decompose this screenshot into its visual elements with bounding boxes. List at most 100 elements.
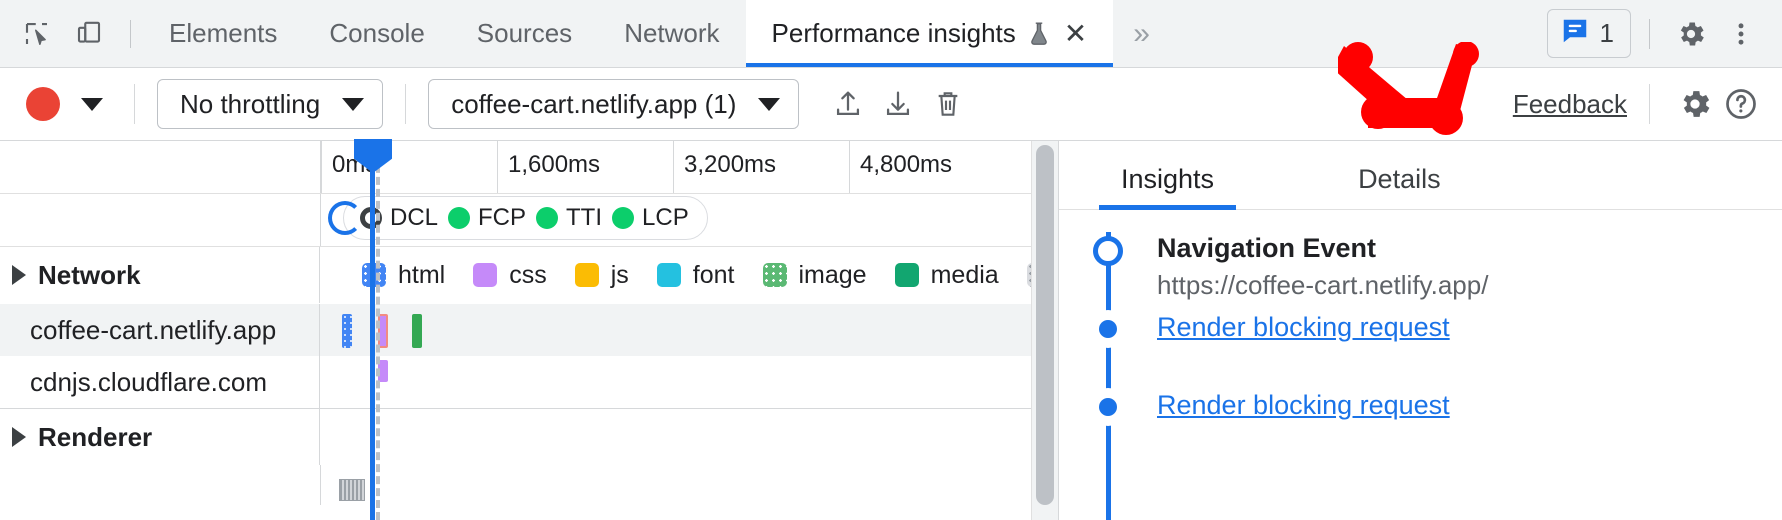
- performance-toolbar: No throttling coffee-cart.netlify.app (1…: [0, 68, 1782, 141]
- timeline-ruler-row: 0ms 1,600ms 3,200ms 4,800ms: [0, 141, 1058, 194]
- ruler-tick: 1,600ms: [497, 141, 673, 193]
- chevron-down-icon: [342, 98, 364, 111]
- message-bubble-icon: [1560, 16, 1590, 51]
- render-blocking-request-link[interactable]: Render blocking request: [1157, 312, 1450, 342]
- inspect-cursor-icon[interactable]: [14, 11, 60, 57]
- tab-network[interactable]: Network: [598, 0, 745, 67]
- frames-row: [0, 465, 1058, 505]
- timeline-playhead[interactable]: [370, 141, 375, 520]
- frames-gutter: [0, 465, 321, 505]
- image-swatch-icon: [763, 263, 787, 287]
- tab-sources[interactable]: Sources: [451, 0, 598, 67]
- tab-bar-right-tools: 1: [1547, 0, 1782, 67]
- chevron-right-icon: [12, 427, 26, 447]
- recording-select[interactable]: coffee-cart.netlify.app (1): [428, 79, 799, 129]
- page-title: Navigation Event: [1157, 232, 1488, 264]
- gear-icon[interactable]: [1668, 11, 1714, 57]
- download-icon[interactable]: [875, 81, 921, 127]
- renderer-track-row: Renderer: [0, 408, 1058, 465]
- details-tabs: Insights Details: [1059, 141, 1782, 210]
- table-row[interactable]: cdnjs.cloudflare.com: [0, 356, 1058, 408]
- tab-console-label: Console: [329, 18, 424, 49]
- marker-tti[interactable]: TTI: [536, 204, 602, 232]
- upload-icon[interactable]: [825, 81, 871, 127]
- marker-lcp-label: LCP: [642, 204, 689, 232]
- trash-icon[interactable]: [925, 81, 971, 127]
- render-blocking-request-link[interactable]: Render blocking request: [1157, 390, 1450, 420]
- time-ruler[interactable]: 0ms 1,600ms 3,200ms 4,800ms: [321, 141, 1058, 193]
- tab-details[interactable]: Details: [1336, 164, 1463, 209]
- marker-fcp[interactable]: FCP: [448, 204, 526, 232]
- table-row[interactable]: coffee-cart.netlify.app: [0, 304, 1058, 356]
- close-icon[interactable]: ✕: [1064, 20, 1087, 48]
- network-legend: html css js font: [320, 261, 1058, 290]
- network-track-label: Network: [38, 260, 141, 291]
- ruler-gutter: [0, 141, 321, 193]
- tab-bar-left-tools: [0, 0, 143, 67]
- network-track-row: Network html css js: [0, 246, 1058, 304]
- markers-area: DCL FCP TTI LCP: [321, 194, 1058, 246]
- markers-gutter: [0, 194, 321, 246]
- help-circle-icon[interactable]: [1718, 81, 1764, 127]
- tti-marker-icon: [536, 207, 558, 229]
- panel-tabs: Elements Console Sources Network Perform…: [143, 0, 1170, 67]
- chevron-double-right-icon[interactable]: »: [1113, 0, 1170, 67]
- device-toolbar-icon[interactable]: [66, 11, 112, 57]
- scrollbar[interactable]: [1031, 141, 1058, 520]
- gear-icon[interactable]: [1672, 81, 1718, 127]
- toolbar-right-tools: Feedback: [1513, 81, 1782, 127]
- request-track: [320, 356, 1058, 408]
- main-content: 0ms 1,600ms 3,200ms 4,800ms DCL: [0, 141, 1782, 520]
- ruler-tick: 4,800ms: [849, 141, 1025, 193]
- tab-bar-divider: [1649, 19, 1650, 49]
- record-button[interactable]: [26, 87, 60, 121]
- tab-insights-label: Insights: [1121, 164, 1214, 194]
- timing-ring-icon: [328, 201, 362, 235]
- legend-label: js: [611, 261, 629, 290]
- tab-sources-label: Sources: [477, 18, 572, 49]
- fcp-marker-icon: [448, 207, 470, 229]
- request-track: [320, 304, 1058, 356]
- legend-item-css: css: [473, 261, 547, 290]
- devtools-window: Elements Console Sources Network Perform…: [0, 0, 1782, 518]
- list-item: Render blocking request: [1059, 388, 1782, 488]
- legend-item-js: js: [575, 261, 629, 290]
- message-count-badge[interactable]: 1: [1547, 9, 1631, 58]
- toolbar-divider: [130, 20, 131, 48]
- flask-icon: [1026, 20, 1052, 48]
- toolbar-divider: [1649, 84, 1650, 124]
- tab-console[interactable]: Console: [303, 0, 450, 67]
- details-pane: Insights Details Navigation Event https:…: [1059, 141, 1782, 520]
- scrollbar-thumb[interactable]: [1036, 145, 1054, 505]
- chevron-right-icon: [12, 265, 26, 285]
- tab-insights[interactable]: Insights: [1099, 164, 1236, 209]
- navigation-event-url: https://coffee-cart.netlify.app/: [1157, 270, 1488, 301]
- throttling-select[interactable]: No throttling: [157, 79, 383, 129]
- network-track-toggle[interactable]: Network: [0, 247, 320, 303]
- toolbar-divider: [134, 84, 135, 124]
- tab-elements[interactable]: Elements: [143, 0, 303, 67]
- marker-lcp[interactable]: LCP: [612, 204, 689, 232]
- marker-tti-label: TTI: [566, 204, 602, 232]
- legend-item-media: media: [895, 261, 999, 290]
- performance-markers-pill[interactable]: DCL FCP TTI LCP: [343, 196, 708, 240]
- chevron-down-icon: [758, 98, 780, 111]
- js-swatch-icon: [575, 263, 599, 287]
- message-count: 1: [1600, 18, 1614, 49]
- filmstrip-icon: [339, 479, 365, 501]
- legend-label: media: [931, 261, 999, 290]
- legend-label: css: [509, 261, 547, 290]
- timeline-pane: 0ms 1,600ms 3,200ms 4,800ms DCL: [0, 141, 1059, 520]
- lcp-marker-icon: [612, 207, 634, 229]
- navigation-event-icon: [1093, 236, 1123, 266]
- tab-details-label: Details: [1358, 164, 1441, 194]
- legend-label: html: [398, 261, 445, 290]
- insight-dot-icon: [1089, 388, 1127, 426]
- legend-item-font: font: [657, 261, 735, 290]
- more-vertical-icon[interactable]: [1718, 11, 1764, 57]
- renderer-track-toggle[interactable]: Renderer: [0, 409, 320, 465]
- feedback-link[interactable]: Feedback: [1513, 89, 1627, 120]
- record-options-dropdown[interactable]: [72, 84, 112, 124]
- tab-performance-insights[interactable]: Performance insights ✕: [746, 0, 1114, 67]
- insight-dot-icon: [1089, 310, 1127, 348]
